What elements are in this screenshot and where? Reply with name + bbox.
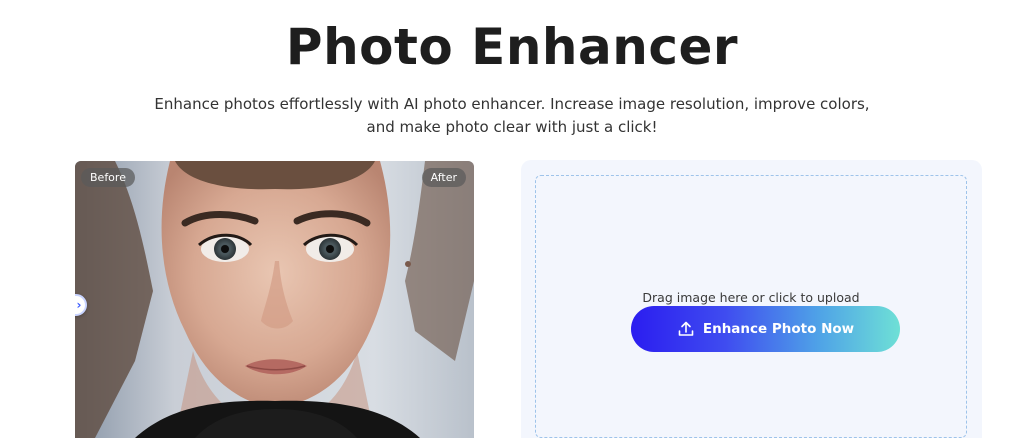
upload-icon	[678, 321, 694, 336]
before-after-comparison[interactable]: Before After ›	[75, 161, 474, 438]
page-title: Photo Enhancer	[285, 18, 739, 76]
upload-dropzone[interactable]: Drag image here or click to upload Enhan…	[535, 175, 967, 438]
after-label: After	[421, 168, 466, 187]
enhance-photo-button[interactable]: Enhance Photo Now	[631, 306, 900, 352]
photo-enhancer-page: Photo Enhancer Enhance photos effortless…	[0, 0, 1024, 438]
drop-instructions: Drag image here or click to upload	[642, 290, 860, 305]
upload-panel: Drag image here or click to upload Enhan…	[521, 160, 982, 438]
page-subtitle: Enhance photos effortlessly with AI phot…	[154, 95, 870, 136]
chevron-right-icon: ›	[76, 298, 82, 312]
portrait-photo	[75, 161, 474, 438]
before-label: Before	[81, 168, 135, 187]
enhance-button-label: Enhance Photo Now	[702, 321, 855, 337]
